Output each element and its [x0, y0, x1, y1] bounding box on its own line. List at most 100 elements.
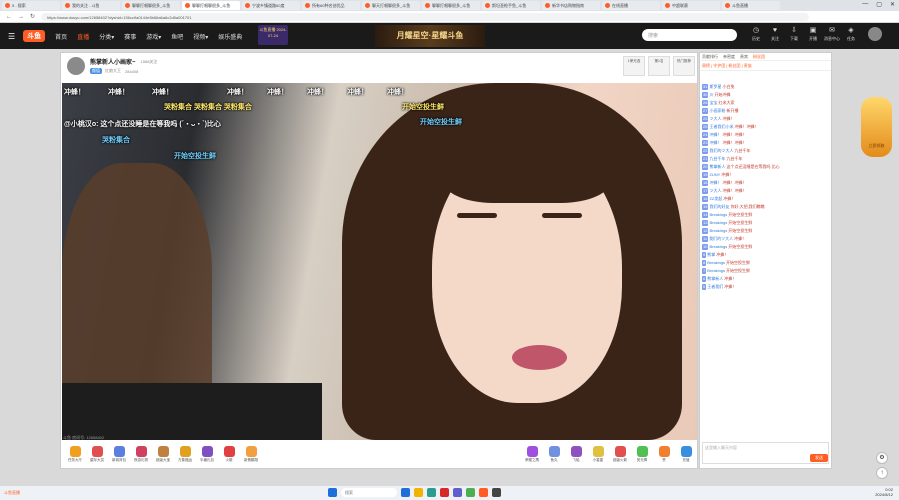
- chat-tab[interactable]: 贵宾: [740, 54, 748, 60]
- browser-tab[interactable]: 中超联赛: [662, 1, 720, 10]
- settings-icon[interactable]: ⚙: [876, 452, 888, 464]
- browser-tab[interactable]: 聊聊打唱聊很多_斗鱼: [182, 1, 240, 10]
- chat-username[interactable]: ZZ发起: [709, 196, 722, 201]
- close-window-button[interactable]: ✕: [890, 1, 895, 8]
- nav-item[interactable]: 娱乐盛典: [218, 32, 242, 41]
- chat-username[interactable]: 斯罗星: [709, 84, 721, 89]
- gift-item[interactable]: 超级大宝: [152, 445, 174, 463]
- chat-username[interactable]: Breakings: [707, 268, 725, 273]
- history-button[interactable]: ◷ 历史: [748, 26, 764, 41]
- promo-badge[interactable]: 斗鱼直播 2024-07-24: [258, 25, 288, 45]
- first-place-button[interactable]: 第1名: [648, 56, 670, 76]
- video-player[interactable]: 冲蜂！ 冲蜂！ 冲蜂！ 冲蜂！ 冲蜂！ 冲蜂！ 冲蜂！ 冲蜂！ 哭粉集合 哭粉集…: [62, 83, 697, 440]
- chat-username[interactable]: Breakings: [707, 260, 725, 265]
- reload-icon[interactable]: ↻: [30, 13, 35, 20]
- category-tag[interactable]: 颜值: [90, 68, 102, 74]
- send-button[interactable]: 发送: [810, 454, 828, 462]
- chat-username[interactable]: 九芸千年: [709, 156, 725, 161]
- search-input[interactable]: 搜索: [642, 29, 737, 41]
- chat-username[interactable]: 我们的好友: [709, 204, 729, 209]
- streamer-avatar[interactable]: [67, 57, 85, 75]
- gift-item[interactable]: 火箭: [218, 445, 240, 463]
- chat-username[interactable]: Breakings: [709, 220, 727, 225]
- message-button[interactable]: ✉ 消息中心: [824, 26, 840, 41]
- browser-tab[interactable]: 我的关注 - 斗鱼: [62, 1, 120, 10]
- site-logo[interactable]: 斗鱼: [23, 30, 46, 42]
- browser-tab[interactable]: 在线直播: [602, 1, 660, 10]
- gift-item[interactable]: 荧光棒: [631, 445, 653, 463]
- chat-username[interactable]: ツ大人: [709, 116, 721, 121]
- side-promo-badge[interactable]: 立即领取: [861, 97, 892, 157]
- broadcast-button[interactable]: ▣ 开播: [805, 26, 821, 41]
- back-icon[interactable]: ←: [6, 14, 12, 20]
- chat-tab[interactable]: 贡献排行: [702, 54, 718, 60]
- browser-tab[interactable]: 新华书店购物指南: [542, 1, 600, 10]
- recommend-button[interactable]: 热门推荐: [673, 56, 695, 76]
- taskbar-app-icon[interactable]: [466, 488, 475, 497]
- start-icon[interactable]: [328, 488, 337, 497]
- browser-tab[interactable]: 聊聊打唱聊很多_斗鱼: [122, 1, 180, 10]
- forward-icon[interactable]: →: [18, 14, 24, 20]
- scroll-top-icon[interactable]: ↑: [876, 467, 888, 479]
- gift-item[interactable]: 新蛋鹏翔: [240, 445, 262, 463]
- nav-item[interactable]: 游戏▾: [146, 32, 161, 41]
- gift-item[interactable]: 赞: [653, 445, 675, 463]
- chat-username[interactable]: ZUNY: [709, 172, 720, 177]
- chat-username[interactable]: 小画家粉: [709, 108, 725, 113]
- chat-tab[interactable]: 粉丝团: [753, 54, 765, 60]
- rank-button[interactable]: 1荣光选: [623, 56, 645, 76]
- chat-username[interactable]: 熊掌新人: [707, 276, 723, 281]
- chat-notice[interactable]: 周榜 | 守护团 | 粉丝团 | 贵族: [700, 61, 831, 71]
- browser-tab[interactable]: 斯坦圣枪手鱼_斗鱼: [482, 1, 540, 10]
- gift-item[interactable]: 充值: [675, 445, 697, 463]
- chat-username[interactable]: 川: [709, 92, 713, 97]
- browser-tab[interactable]: 斗鱼直播: [722, 1, 780, 10]
- browser-tab[interactable]: 所有60种名创优品: [302, 1, 360, 10]
- chat-username[interactable]: 冲蜂！: [709, 132, 721, 137]
- event-banner[interactable]: 月耀星空·星耀斗鱼: [375, 25, 485, 47]
- nav-item[interactable]: 直播: [77, 32, 89, 41]
- chat-username[interactable]: Breakings: [709, 244, 727, 249]
- gift-item[interactable]: 任务大厅: [64, 445, 86, 463]
- nav-item[interactable]: 首页: [55, 32, 67, 41]
- taskbar-search[interactable]: 搜索: [341, 488, 397, 497]
- chat-username[interactable]: 王者我们: [707, 284, 723, 289]
- chat-username[interactable]: 冲蜂！: [709, 140, 721, 145]
- browser-tab[interactable]: 宁波乡镇道路60度: [242, 1, 300, 10]
- chat-username[interactable]: 我们的ツ大人: [709, 236, 733, 241]
- chat-username[interactable]: ツ大人: [709, 188, 721, 193]
- gift-item[interactable]: 飞船: [565, 445, 587, 463]
- taskbar-app-icon[interactable]: [453, 488, 462, 497]
- taskbar-app-icon[interactable]: [427, 488, 436, 497]
- taskbar-app-icon[interactable]: [479, 488, 488, 497]
- minimize-button[interactable]: —: [862, 1, 868, 8]
- gift-item[interactable]: 夜游礼物: [130, 445, 152, 463]
- chat-message-list[interactable]: 31 斯罗星小白兔 30 川开始冲蜂 28 宝宝红米大家 27 小画家粉新开播 26 ツ大人冲蜂！…: [700, 83, 831, 431]
- follow-button[interactable]: ♥ 关注: [767, 26, 783, 41]
- taskbar-app-icon[interactable]: [414, 488, 423, 497]
- vip-button[interactable]: ◈ 任务: [843, 26, 859, 41]
- browser-tab[interactable]: 聊聊打唱聊很多_斗鱼: [422, 1, 480, 10]
- menu-icon[interactable]: ☰: [8, 32, 15, 41]
- gift-item[interactable]: 小星星: [587, 445, 609, 463]
- gift-item[interactable]: 荣耀之鹰: [521, 445, 543, 463]
- maximize-button[interactable]: ▢: [876, 1, 882, 8]
- nav-item[interactable]: 视频▾: [193, 32, 208, 41]
- browser-tab[interactable]: 聊天打唱聊很多_斗鱼: [362, 1, 420, 10]
- nav-item[interactable]: 赛事: [124, 32, 136, 41]
- gift-item[interactable]: 超级火箭: [609, 445, 631, 463]
- gift-item[interactable]: 半塘礼包: [196, 445, 218, 463]
- chat-username[interactable]: Breakings: [709, 212, 727, 217]
- chat-username[interactable]: 我们的ツ大人: [709, 148, 733, 153]
- chat-username[interactable]: 宝宝: [709, 100, 717, 105]
- gift-item[interactable]: 星际大赏: [86, 445, 108, 463]
- taskbar-app-icon[interactable]: [492, 488, 501, 497]
- chat-username[interactable]: 熊掌新人: [709, 164, 725, 169]
- chat-username[interactable]: 王者我们小米: [709, 124, 733, 129]
- user-avatar[interactable]: [868, 27, 882, 41]
- gift-item[interactable]: 新城背包: [108, 445, 130, 463]
- gift-item[interactable]: 鱼丸: [543, 445, 565, 463]
- nav-item[interactable]: 鱼吧: [171, 32, 183, 41]
- chat-tab[interactable]: 亲密度: [723, 54, 735, 60]
- chat-username[interactable]: 冲蜂！: [709, 180, 721, 185]
